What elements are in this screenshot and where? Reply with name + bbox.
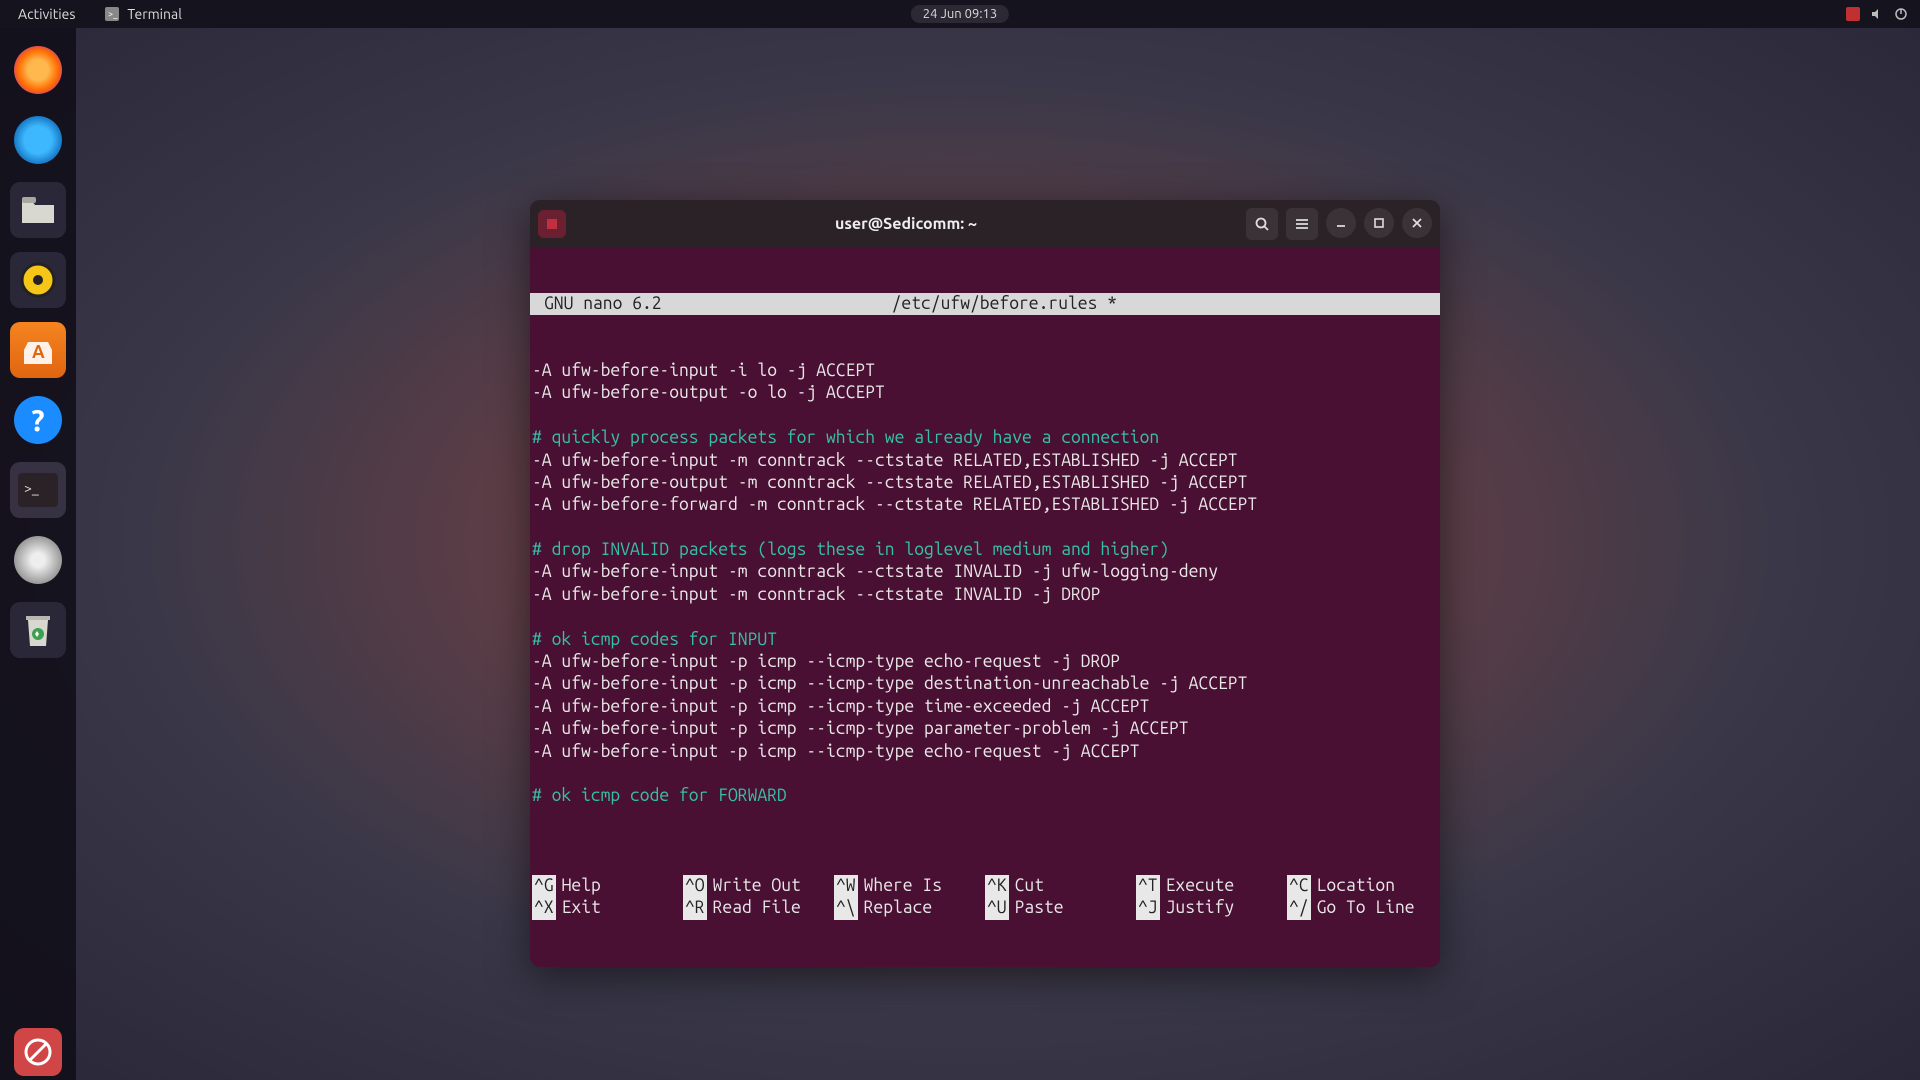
nano-shortcut: ^K Cut [985,875,1136,897]
nano-line [532,763,1438,785]
shortcut-key: ^C [1287,875,1311,897]
nano-shortcut: ^W Where Is [834,875,985,897]
active-app[interactable]: >_ Terminal [105,6,182,22]
nano-shortcut: ^/ Go To Line [1287,897,1438,919]
active-app-label: Terminal [127,6,182,22]
shortcut-key: ^R [683,897,707,919]
nano-line [532,517,1438,539]
nano-shortcut: ^G Help [532,875,683,897]
nano-content[interactable]: -A ufw-before-input -i lo -j ACCEPT-A uf… [530,360,1440,830]
nano-line [532,606,1438,628]
shortcut-label: Help [562,875,601,897]
nano-line [532,808,1438,830]
shortcut-key: ^T [1136,875,1160,897]
svg-text:>_: >_ [24,480,39,496]
menu-button[interactable] [1286,208,1318,240]
activities-button[interactable]: Activities [18,6,75,22]
dock-thunderbird[interactable] [10,112,66,168]
nano-line: -A ufw-before-input -m conntrack --ctsta… [532,584,1438,606]
terminal-titlebar[interactable]: user@Sedicomm: ~ [530,200,1440,248]
shortcut-key: ^X [532,897,556,919]
dock-files[interactable] [10,182,66,238]
new-tab-button[interactable] [538,210,566,238]
shortcut-label: Justify [1166,897,1235,919]
dock-terminal[interactable]: >_ [10,462,66,518]
terminal-icon: >_ [105,7,119,21]
shortcut-key: ^K [985,875,1009,897]
nano-shortcuts: ^G Help ^O Write Out ^W Where Is ^K Cut ^T Execut… [530,875,1440,922]
shortcut-label: Exit [562,897,601,919]
shortcut-key: ^/ [1287,897,1311,919]
gnome-topbar: Activities >_ Terminal 24 Jun 09:13 [0,0,1920,28]
nano-line: -A ufw-before-input -m conntrack --ctsta… [532,561,1438,583]
shortcut-label: Location [1317,875,1395,897]
screen-recording-icon[interactable] [1846,7,1860,21]
nano-shortcut: ^U Paste [985,897,1136,919]
nano-line: # drop INVALID packets (logs these in lo… [532,539,1438,561]
shortcut-label: Go To Line [1317,897,1415,919]
shortcut-label: Where Is [864,875,942,897]
shortcut-label: Replace [864,897,933,919]
nano-line: # quickly process packets for which we a… [532,427,1438,449]
nano-line: -A ufw-before-input -m conntrack --ctsta… [532,450,1438,472]
shortcut-key: ^O [683,875,707,897]
nano-shortcut: ^O Write Out [683,875,834,897]
nano-line: -A ufw-before-input -p icmp --icmp-type … [532,696,1438,718]
terminal-title: user@Sedicomm: ~ [574,215,1238,233]
dock-trash[interactable] [10,602,66,658]
nano-version: GNU nano 6.2 [532,293,662,315]
minimize-button[interactable] [1326,208,1356,238]
shortcut-label: Write Out [713,875,801,897]
nano-line: -A ufw-before-input -p icmp --icmp-type … [532,718,1438,740]
svg-text:>_: >_ [108,9,118,19]
nano-line: -A ufw-before-output -o lo -j ACCEPT [532,382,1438,404]
terminal-body[interactable]: GNU nano 6.2 /etc/ufw/before.rules * -A … [530,248,1440,967]
search-button[interactable] [1246,208,1278,240]
nano-shortcut: ^X Exit [532,897,683,919]
dock-help[interactable]: ? [10,392,66,448]
svg-text:A: A [32,342,45,362]
maximize-button[interactable] [1364,208,1394,238]
nano-line: -A ufw-before-input -p icmp --icmp-type … [532,673,1438,695]
close-button[interactable] [1402,208,1432,238]
shortcut-label: Cut [1015,875,1044,897]
dock-firefox[interactable] [10,42,66,98]
dock-block[interactable] [10,1024,66,1080]
dock-ubuntu-software[interactable]: A [10,322,66,378]
nano-shortcut: ^R Read File [683,897,834,919]
shortcut-key: ^U [985,897,1009,919]
shortcut-key: ^\ [834,897,858,919]
nano-shortcut: ^\ Replace [834,897,985,919]
shortcut-label: Read File [713,897,801,919]
nano-header: GNU nano 6.2 /etc/ufw/before.rules * [530,293,1440,315]
dock-disk[interactable] [10,532,66,588]
shortcut-key: ^W [834,875,858,897]
nano-line: -A ufw-before-forward -m conntrack --cts… [532,494,1438,516]
volume-icon[interactable] [1870,7,1884,21]
nano-line [532,405,1438,427]
nano-line: # ok icmp codes for INPUT [532,629,1438,651]
power-icon[interactable] [1894,7,1908,21]
nano-line: -A ufw-before-output -m conntrack --ctst… [532,472,1438,494]
clock[interactable]: 24 Jun 09:13 [911,5,1009,23]
nano-line: -A ufw-before-input -i lo -j ACCEPT [532,360,1438,382]
shortcut-label: Paste [1015,897,1064,919]
terminal-window: user@Sedicomm: ~ GNU nano 6.2 /etc/ufw/b… [530,200,1440,967]
gnome-dock: A ? >_ [0,28,76,1080]
nano-shortcut: ^J Justify [1136,897,1287,919]
shortcut-key: ^J [1136,897,1160,919]
nano-filepath: /etc/ufw/before.rules * [892,293,1117,315]
nano-line: # ok icmp code for FORWARD [532,785,1438,807]
dock-rhythmbox[interactable] [10,252,66,308]
nano-shortcut: ^C Location [1287,875,1438,897]
nano-line: -A ufw-before-input -p icmp --icmp-type … [532,741,1438,763]
shortcut-label: Execute [1166,875,1235,897]
nano-line: -A ufw-before-input -p icmp --icmp-type … [532,651,1438,673]
shortcut-key: ^G [532,875,556,897]
nano-shortcut: ^T Execute [1136,875,1287,897]
